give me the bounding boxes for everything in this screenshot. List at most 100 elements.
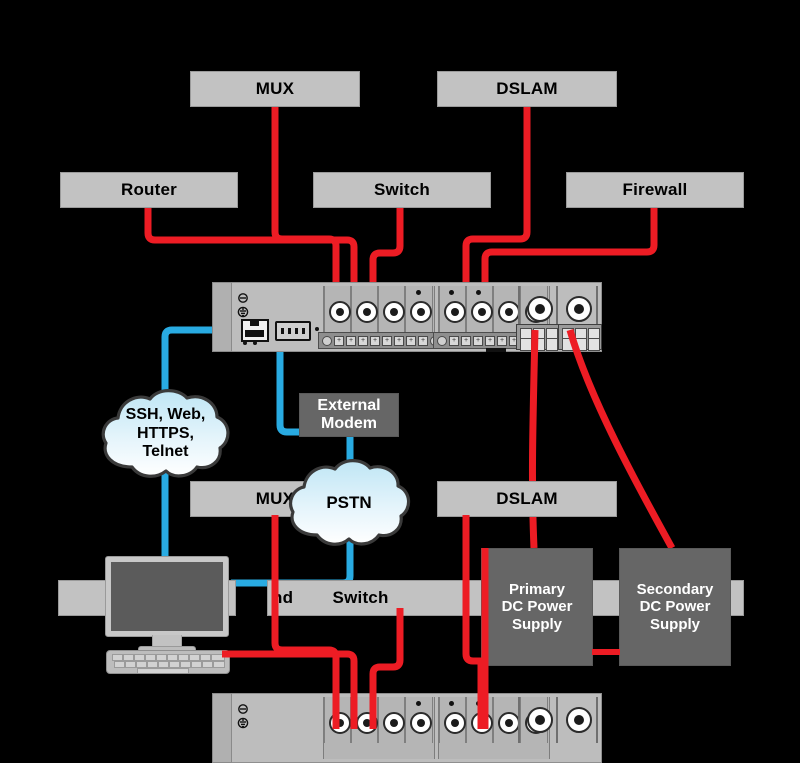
- device-box-dslam-top[interactable]: DSLAM: [437, 71, 617, 107]
- power-module-icon[interactable]: [566, 707, 592, 733]
- module-led-icon: [416, 290, 421, 295]
- terminal-screw[interactable]: +: [418, 335, 428, 346]
- status-led-icon: [243, 341, 247, 345]
- power-screw[interactable]: [533, 338, 545, 351]
- rack-mount-ear-left: [212, 693, 232, 763]
- terminal-ground-screw[interactable]: [437, 335, 447, 346]
- cloud-label: SSH, Web, HTTPS, Telnet: [98, 385, 233, 483]
- protection-module-icon[interactable]: [329, 301, 351, 323]
- device-box-second-switch[interactable]: nd Switch: [267, 580, 482, 616]
- protection-module-icon[interactable]: [329, 712, 351, 734]
- psu-label: Secondary DC Power Supply: [637, 581, 714, 633]
- device-label: DSLAM: [496, 78, 558, 98]
- monitor[interactable]: [105, 556, 229, 637]
- cloud-label-line3: Telnet: [142, 443, 189, 461]
- management-workstation[interactable]: [100, 556, 230, 674]
- cloud-management-protocols: SSH, Web, HTTPS, Telnet: [98, 385, 233, 483]
- protection-module-bank-1-lower: [323, 697, 435, 759]
- terminal-screw[interactable]: +: [358, 335, 368, 346]
- keyboard[interactable]: [106, 650, 230, 674]
- primary-dc-power-supply-box[interactable]: Primary DC Power Supply: [481, 548, 593, 666]
- power-module-icon[interactable]: [566, 296, 592, 322]
- indicator-dot-icon: [315, 327, 319, 331]
- module-led-icon: [416, 701, 421, 706]
- psu-label-line3: Supply: [511, 615, 562, 633]
- cloud-label: PSTN: [285, 455, 413, 551]
- device-label: MUX: [255, 78, 295, 98]
- protection-module-icon[interactable]: [356, 301, 378, 323]
- device-box-dslam-lower[interactable]: DSLAM: [437, 481, 617, 517]
- device-label: nd Switch: [272, 587, 389, 607]
- terminal-screw[interactable]: +: [346, 335, 356, 346]
- protection-module-icon[interactable]: [498, 301, 520, 323]
- device-box-router[interactable]: Router: [60, 172, 238, 208]
- terminal-screw[interactable]: +: [334, 335, 344, 346]
- module-led-icon: [476, 701, 481, 706]
- device-box-switch[interactable]: Switch: [313, 172, 491, 208]
- power-terminal-block-primary[interactable]: [516, 324, 560, 351]
- db9-serial-port[interactable]: [275, 321, 311, 341]
- terminal-ground-screw[interactable]: [322, 335, 332, 346]
- cloud-pstn: PSTN: [285, 455, 413, 551]
- terminal-screw[interactable]: +: [394, 335, 404, 346]
- terminal-screw[interactable]: +: [461, 335, 471, 346]
- protection-module-icon[interactable]: [383, 712, 405, 734]
- protection-module-bank-1: + + + + + + + +: [318, 286, 446, 349]
- status-led-icon: [253, 341, 257, 345]
- modem-label-line2: Modem: [320, 415, 377, 432]
- terminal-screw[interactable]: +: [485, 335, 495, 346]
- protection-module-icon[interactable]: [410, 712, 432, 734]
- power-screw[interactable]: [575, 338, 587, 351]
- protection-module-icon[interactable]: [471, 301, 493, 323]
- power-screw[interactable]: [562, 338, 574, 351]
- power-screw[interactable]: [588, 338, 600, 351]
- cloud-label-line2: HTTPS,: [137, 424, 194, 442]
- cloud-label-text: PSTN: [326, 493, 372, 513]
- power-module-icon[interactable]: [527, 296, 553, 322]
- protection-module-icon[interactable]: [444, 301, 466, 323]
- terminal-screw[interactable]: +: [473, 335, 483, 346]
- rack-mount-ear-left: [212, 282, 232, 352]
- protection-module-icon[interactable]: [444, 712, 466, 734]
- protection-module-icon[interactable]: [383, 301, 405, 323]
- cloud-label-line1: SSH, Web,: [125, 406, 206, 424]
- psu-label-line3: Supply: [649, 615, 700, 633]
- secondary-dc-power-supply-box[interactable]: Secondary DC Power Supply: [619, 548, 731, 666]
- protection-module-icon[interactable]: [471, 712, 493, 734]
- protection-module-icon[interactable]: [356, 712, 378, 734]
- monitor-screen: [111, 562, 223, 631]
- power-screw[interactable]: [546, 338, 558, 351]
- surge-protector-chassis[interactable]: + + + + + + + + + + + + + +: [212, 282, 602, 352]
- terminal-screw[interactable]: +: [406, 335, 416, 346]
- ground-symbol-icon: [235, 704, 251, 737]
- power-terminal-section: [516, 286, 602, 351]
- external-modem-label: External Modem: [317, 397, 380, 434]
- rj45-ethernet-port[interactable]: [241, 319, 269, 342]
- module-led-icon: [449, 701, 454, 706]
- protection-module-icon[interactable]: [498, 712, 520, 734]
- surge-protector-chassis-lower[interactable]: [212, 693, 602, 763]
- terminal-screw[interactable]: +: [382, 335, 392, 346]
- device-label: DSLAM: [496, 488, 558, 508]
- diagram-canvas: MUX DSLAM Router Switch Firewall + + + +…: [0, 0, 800, 763]
- psu-label-line1: Secondary: [636, 581, 714, 599]
- psu-label-line1: Primary: [509, 581, 565, 599]
- device-label: Firewall: [622, 179, 688, 199]
- terminal-screw[interactable]: +: [449, 335, 459, 346]
- power-terminal-section-lower: [518, 697, 600, 759]
- module-led-icon: [476, 290, 481, 295]
- modem-label-line1: External: [317, 396, 381, 414]
- terminal-strip: + + + + + + + +: [318, 332, 446, 349]
- psu-label-line2: DC Power: [639, 598, 711, 616]
- protection-module-icon[interactable]: [410, 301, 432, 323]
- power-module-icon[interactable]: [527, 707, 553, 733]
- terminal-screw[interactable]: +: [497, 335, 507, 346]
- external-modem-box[interactable]: External Modem: [299, 393, 399, 437]
- psu-label: Primary DC Power Supply: [502, 581, 573, 633]
- power-screw[interactable]: [520, 338, 532, 351]
- device-box-mux-top[interactable]: MUX: [190, 71, 360, 107]
- power-terminal-block-secondary[interactable]: [558, 324, 602, 351]
- terminal-screw[interactable]: +: [370, 335, 380, 346]
- psu-label-line2: DC Power: [501, 598, 573, 616]
- device-box-firewall[interactable]: Firewall: [566, 172, 744, 208]
